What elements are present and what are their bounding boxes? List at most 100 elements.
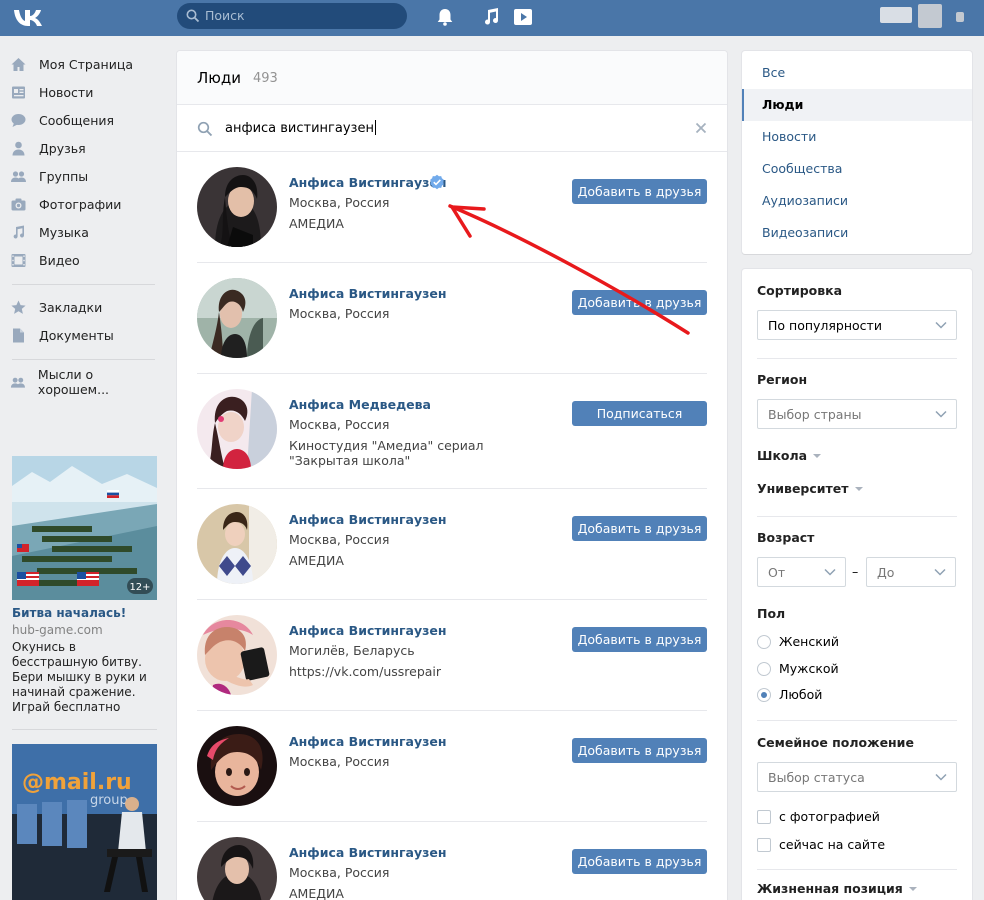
result-name-link[interactable]: Анфиса Вистингаузен [289, 512, 447, 527]
avatar[interactable] [197, 837, 277, 900]
tab-all[interactable]: Все [742, 57, 972, 89]
add-friend-button[interactable]: Добавить в друзья [572, 738, 707, 763]
result-name-link[interactable]: Анфиса Медведева [289, 397, 431, 412]
avatar[interactable] [197, 615, 277, 695]
checkbox-label: с фотографией [779, 809, 880, 824]
result-location: Москва, Россия [289, 195, 390, 210]
tab-news[interactable]: Новости [742, 121, 972, 153]
search-icon [186, 9, 200, 23]
school-toggle[interactable]: Школа [757, 448, 822, 463]
result-location: Москва, Россия [289, 865, 390, 880]
add-friend-button[interactable]: Добавить в друзья [572, 627, 707, 652]
menu-item-messages[interactable]: Сообщения [10, 109, 160, 131]
checkbox [757, 809, 771, 824]
menu-item-my-page[interactable]: Моя Страница [10, 53, 160, 75]
bell-icon[interactable] [434, 6, 456, 28]
mail-logo-text: @mail.ru [22, 770, 132, 795]
play-icon[interactable] [512, 6, 534, 28]
add-friend-button[interactable]: Добавить в друзья [572, 179, 707, 204]
menu-item-video[interactable]: Видео [10, 249, 160, 271]
country-select[interactable]: Выбор страны [757, 399, 957, 429]
gender-radio-female[interactable]: Женский [757, 634, 839, 649]
age-to-value: До [877, 565, 895, 580]
search-result-row: Анфиса Вистингаузен Могилёв, Беларусь ht… [177, 600, 727, 711]
add-friend-button[interactable]: Добавить в друзья [572, 849, 707, 874]
ad-domain[interactable]: hub-game.com [12, 623, 103, 637]
camera-icon [11, 198, 26, 210]
sort-select[interactable]: По популярности [757, 310, 957, 340]
age-from-select[interactable]: От [757, 557, 846, 587]
with-photo-checkbox[interactable]: с фотографией [757, 809, 880, 824]
avatar[interactable] [918, 4, 942, 28]
tab-video[interactable]: Видеозаписи [742, 217, 972, 249]
menu-item-news[interactable]: Новости [10, 81, 160, 103]
gender-radio-any[interactable]: Любой [757, 687, 822, 702]
vk-logo-icon[interactable] [12, 6, 46, 30]
avatar[interactable] [197, 726, 277, 806]
global-search[interactable]: Поиск [177, 3, 407, 29]
sort-value: По популярности [768, 318, 882, 333]
search-icon [197, 121, 213, 137]
avatar[interactable] [197, 278, 277, 358]
sort-label: Сортировка [757, 283, 843, 298]
chevron-down-icon[interactable] [956, 12, 964, 22]
menu-item-groups[interactable]: Группы [10, 165, 160, 187]
ad-game-image[interactable]: 12+ [12, 456, 157, 600]
search-input[interactable]: анфиса вистингаузен [225, 120, 376, 136]
chevron-down-icon [935, 410, 947, 418]
section-nav: Все Люди Новости Сообщества Аудиозаписи … [742, 51, 972, 254]
menu-item-photos[interactable]: Фотографии [10, 193, 160, 215]
menu-item-documents[interactable]: Документы [10, 324, 160, 346]
age-label: Возраст [757, 530, 815, 545]
result-name-link[interactable]: Анфиса Вистингаузен [289, 734, 447, 749]
avatar[interactable] [197, 389, 277, 469]
university-toggle[interactable]: Университет [757, 481, 863, 496]
online-now-checkbox[interactable]: сейчас на сайте [757, 837, 885, 852]
radio-label: Любой [779, 687, 823, 702]
menu-item-friends[interactable]: Друзья [10, 137, 160, 159]
result-location: Могилёв, Беларусь [289, 643, 415, 658]
groups-icon [11, 170, 26, 182]
menu-item-bookmarks[interactable]: Закладки [10, 296, 160, 318]
add-friend-button[interactable]: Добавить в друзья [572, 516, 707, 541]
menu-item-group-thoughts[interactable]: Мысли о хорошем... [10, 367, 160, 397]
family-status-select[interactable]: Выбор статуса [757, 762, 957, 792]
result-name-link[interactable]: Анфиса Вистингаузен [289, 623, 447, 638]
menu-item-music[interactable]: Музыка [10, 221, 160, 243]
search-result-row: Анфиса Вистингаузен Москва, Россия АМЕДИ… [177, 152, 727, 263]
age-range-dash: – [852, 564, 859, 579]
avatar[interactable] [197, 504, 277, 584]
family-status-label: Семейное положение [757, 735, 914, 750]
filter-divider [757, 869, 957, 870]
result-name-link[interactable]: Анфиса Вистингаузен [289, 175, 447, 190]
subscribe-button[interactable]: Подписаться [572, 401, 707, 426]
result-location: Москва, Россия [289, 306, 390, 321]
age-to-select[interactable]: До [866, 557, 956, 587]
result-location: Москва, Россия [289, 532, 390, 547]
filter-divider [757, 358, 957, 359]
close-icon[interactable] [695, 122, 707, 134]
school-label: Школа [757, 448, 808, 463]
friend-icon [12, 141, 25, 155]
ad-mail-banner-image[interactable]: @mail.ru group [12, 744, 157, 900]
filter-divider [757, 516, 957, 517]
user-name-blurred[interactable] [880, 7, 912, 23]
tab-communities[interactable]: Сообщества [742, 153, 972, 185]
avatar[interactable] [197, 167, 277, 247]
music-icon[interactable] [480, 6, 502, 28]
ad-description[interactable]: Окунись в бесстрашную битву. Бери мышку … [12, 640, 157, 715]
result-name-link[interactable]: Анфиса Вистингаузен [289, 845, 447, 860]
result-location: Москва, Россия [289, 754, 390, 769]
add-friend-button[interactable]: Добавить в друзья [572, 290, 707, 315]
life-position-toggle[interactable]: Жизненная позиция [757, 881, 917, 896]
gender-radio-male[interactable]: Мужской [757, 661, 839, 676]
tab-people[interactable]: Люди [742, 89, 972, 121]
chevron-down-icon [935, 321, 947, 329]
menu-divider [12, 284, 155, 285]
result-name-link[interactable]: Анфиса Вистингаузен [289, 286, 447, 301]
people-header: Люди 493 [177, 51, 727, 105]
ad-title[interactable]: Битва началась! [12, 606, 126, 620]
top-bar: Поиск [0, 0, 984, 36]
people-search-field[interactable]: анфиса вистингаузен [177, 105, 727, 152]
tab-audio[interactable]: Аудиозаписи [742, 185, 972, 217]
